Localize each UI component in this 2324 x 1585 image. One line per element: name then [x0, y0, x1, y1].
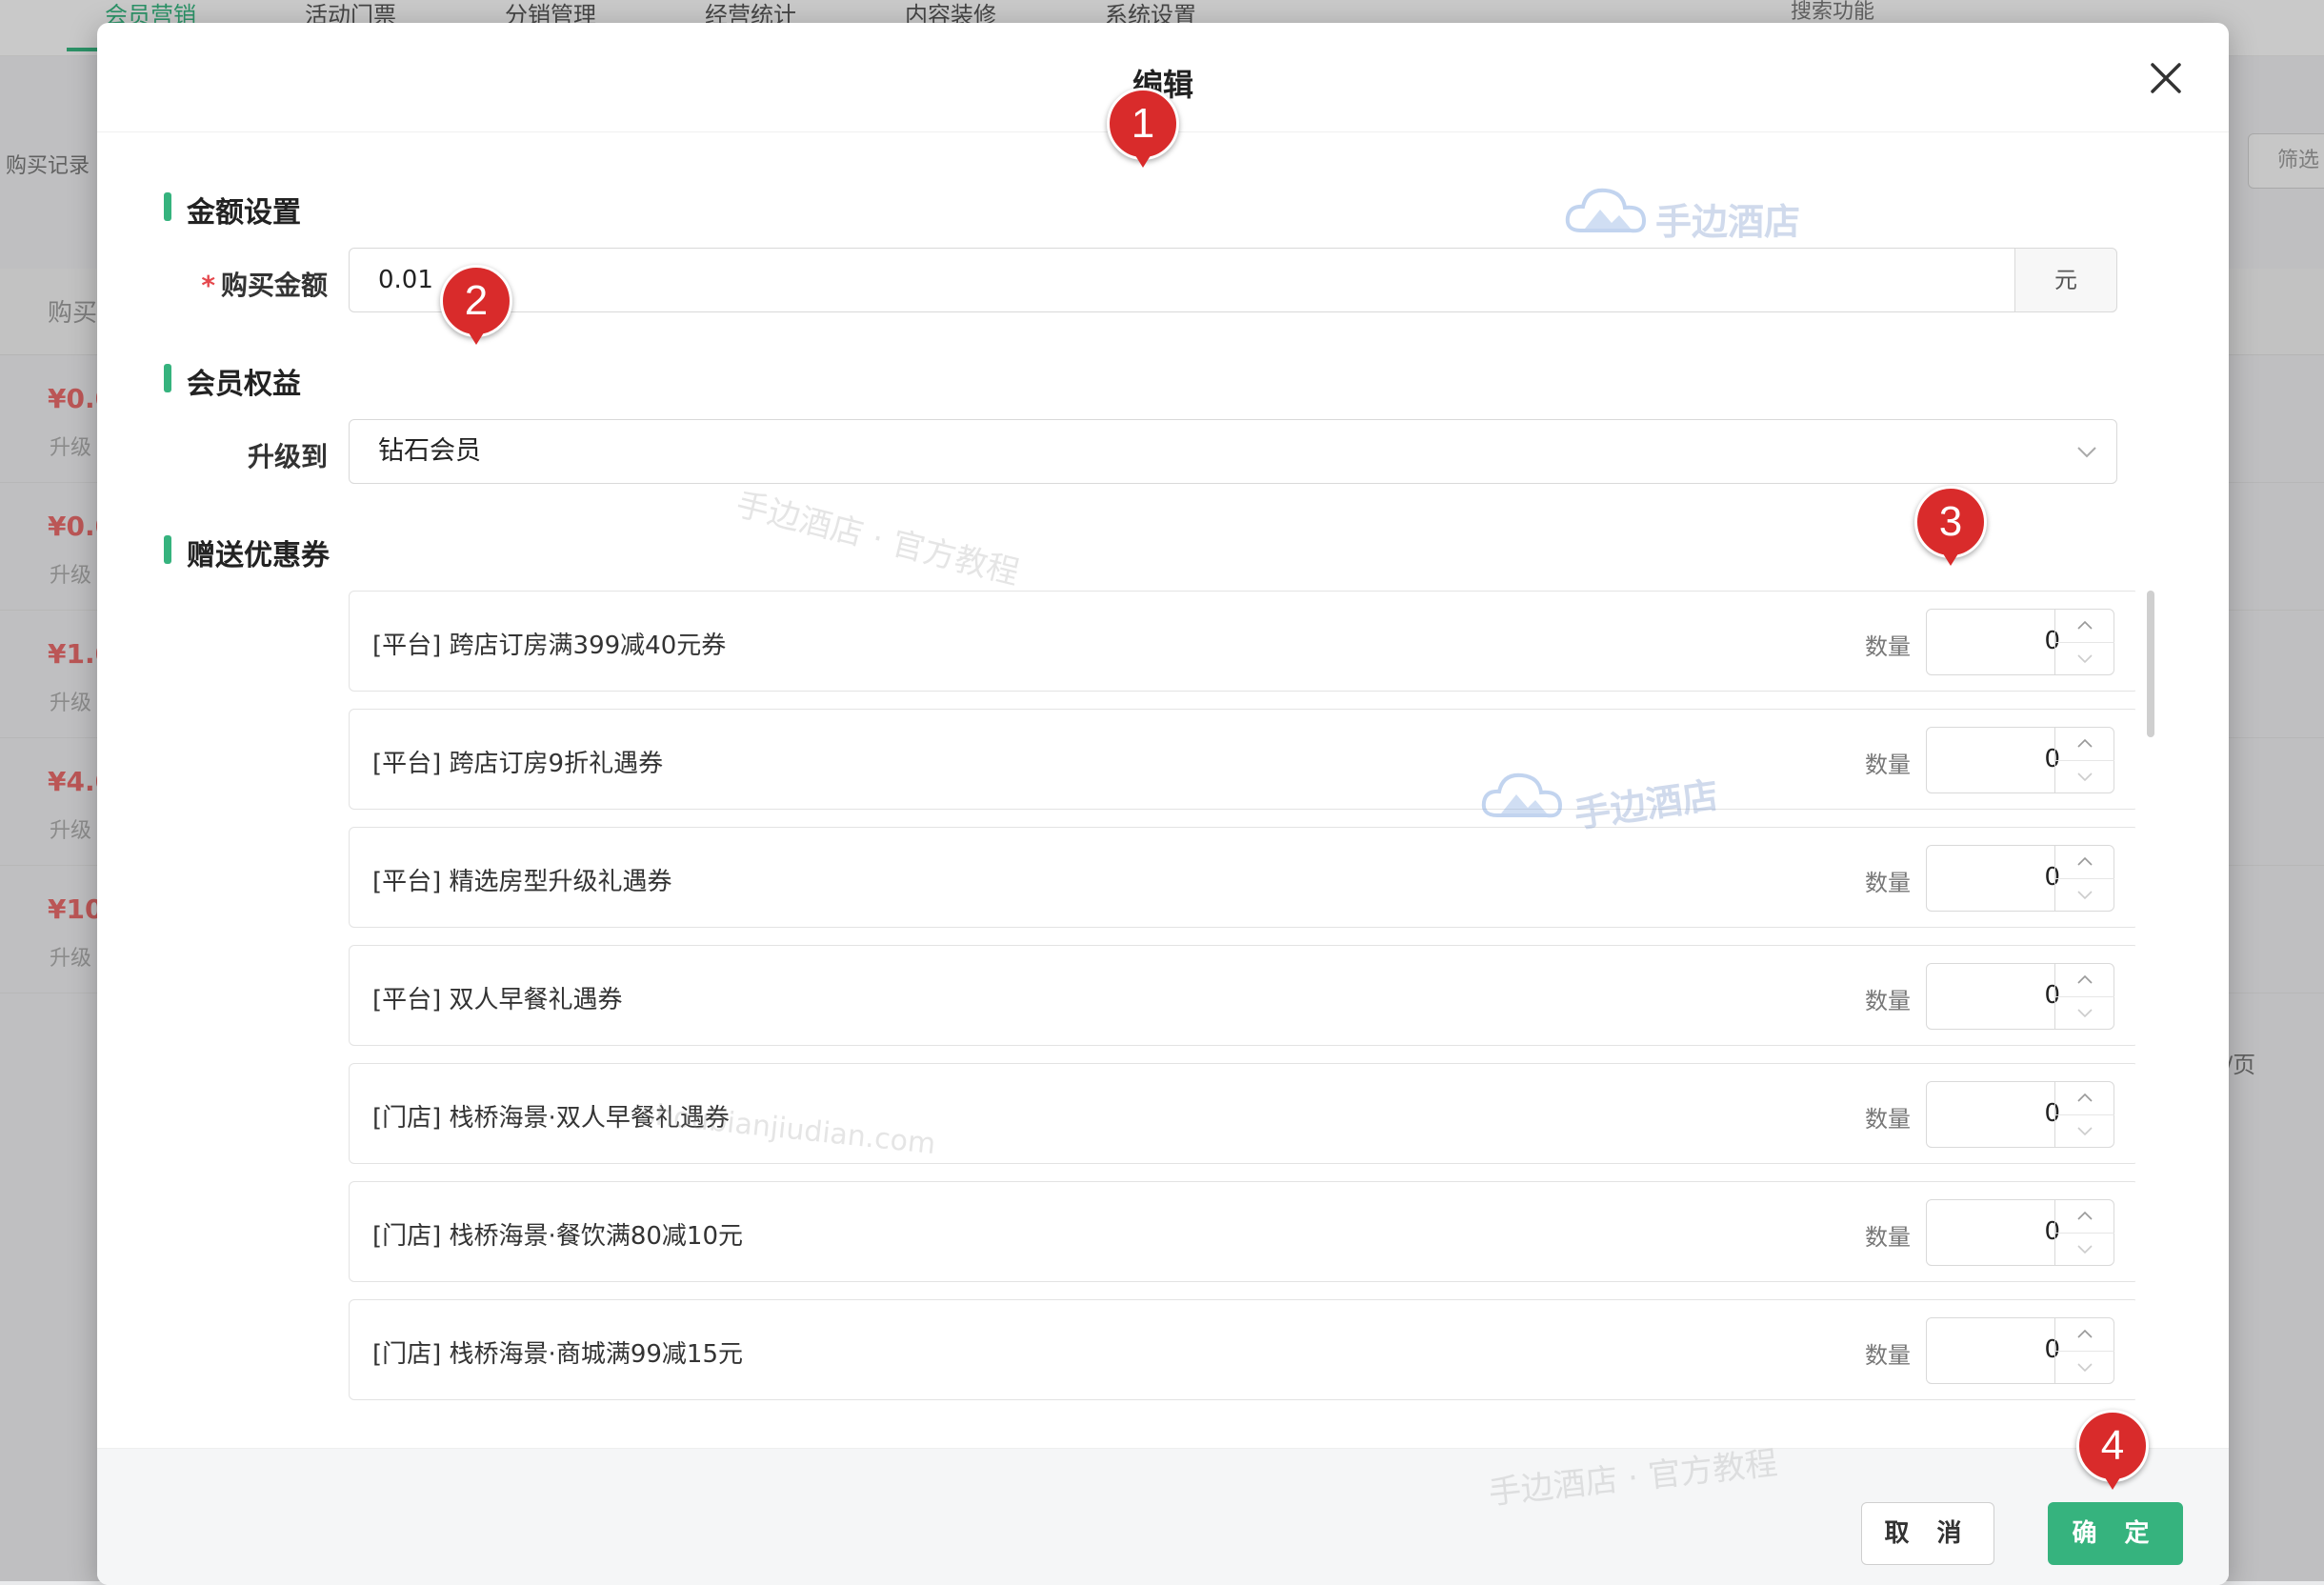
quantity-value[interactable]: 0 [1927, 863, 2060, 892]
coupon-name: [平台] 跨店订房9折礼遇券 [372, 750, 664, 778]
edit-dialog: 编辑 金额设置 * 购买金额 0.01 元 会员权益 升级到 钻石会员 赠送优惠券… [97, 23, 2229, 1585]
amount-label: * 购买金额 [192, 265, 328, 303]
chevron-down-icon [2077, 1127, 2093, 1136]
dialog-footer: 取 消 确 定 [97, 1448, 2229, 1585]
coupon-item: [平台] 跨店订房9折礼遇券 数量 0 [349, 709, 2135, 810]
increase-button[interactable] [2054, 610, 2114, 643]
marker-1: 1 [1107, 88, 1179, 173]
quantity-value[interactable]: 0 [1927, 1217, 2060, 1246]
cancel-button[interactable]: 取 消 [1861, 1502, 1994, 1565]
marker-2: 2 [440, 265, 512, 351]
section-member-benefits: 会员权益 [164, 360, 301, 402]
upgrade-to-label: 升级到 [247, 441, 328, 472]
quantity-value[interactable]: 0 [1927, 627, 2060, 655]
increase-button[interactable] [2054, 964, 2114, 997]
coupon-name: [门店] 栈桥海景·商城满99减15元 [372, 1340, 743, 1369]
quantity-stepper[interactable]: 0 [1926, 845, 2114, 912]
chevron-down-icon [2077, 1245, 2093, 1254]
marker-number: 2 [440, 265, 512, 337]
decrease-button[interactable] [2054, 1233, 2114, 1265]
increase-button[interactable] [2054, 1082, 2114, 1115]
chevron-down-icon [2077, 447, 2096, 458]
quantity-value[interactable]: 0 [1927, 981, 2060, 1010]
quantity-stepper[interactable]: 0 [1926, 1081, 2114, 1148]
coupon-list-scrollbar[interactable] [2147, 591, 2154, 737]
increase-button[interactable] [2054, 846, 2114, 879]
member-level-select[interactable]: 钻石会员 [349, 419, 2117, 484]
quantity-label: 数量 [1865, 633, 1911, 660]
quantity-label: 数量 [1865, 1224, 1911, 1251]
chevron-down-icon [2077, 891, 2093, 900]
chevron-up-icon [2077, 1211, 2093, 1220]
coupon-item: [平台] 双人早餐礼遇券 数量 0 [349, 945, 2135, 1046]
decrease-button[interactable] [2054, 642, 2114, 674]
chevron-up-icon [2077, 620, 2093, 630]
quantity-label: 数量 [1865, 752, 1911, 778]
coupon-item: [平台] 精选房型升级礼遇券 数量 0 [349, 827, 2135, 928]
increase-button[interactable] [2054, 1318, 2114, 1352]
chevron-up-icon [2077, 1093, 2093, 1102]
coupon-item: [门店] 栈桥海景·商城满99减15元 数量 0 [349, 1299, 2135, 1400]
amount-input[interactable]: 0.01 [349, 248, 2015, 312]
marker-4: 4 [2076, 1410, 2149, 1495]
required-asterisk: * [201, 270, 215, 301]
quantity-label: 数量 [1865, 1106, 1911, 1133]
decrease-button[interactable] [2054, 1114, 2114, 1147]
quantity-label: 数量 [1865, 870, 1911, 896]
quantity-stepper[interactable]: 0 [1926, 963, 2114, 1030]
watermark-tutorial: 手边酒店 · 官方教程 [731, 485, 1023, 593]
coupon-item: [平台] 跨店订房满399减40元券 数量 0 [349, 591, 2135, 692]
marker-number: 1 [1107, 88, 1179, 160]
chevron-up-icon [2077, 856, 2093, 866]
section-amount-settings: 金额设置 [164, 189, 301, 231]
decrease-button[interactable] [2054, 1351, 2114, 1383]
chevron-up-icon [2077, 738, 2093, 748]
confirm-button[interactable]: 确 定 [2048, 1502, 2183, 1565]
marker-number: 3 [1914, 486, 1987, 558]
watermark-cloud-icon [1565, 188, 1647, 233]
close-icon [2151, 63, 2181, 93]
amount-label-text: 购买金额 [220, 270, 328, 301]
decrease-button[interactable] [2054, 878, 2114, 911]
chevron-up-icon [2077, 974, 2093, 984]
decrease-button[interactable] [2054, 760, 2114, 792]
coupon-name: [平台] 双人早餐礼遇券 [372, 986, 623, 1014]
chevron-down-icon [2077, 1009, 2093, 1018]
coupon-name: [平台] 精选房型升级礼遇券 [372, 868, 672, 896]
quantity-stepper[interactable]: 0 [1926, 727, 2114, 793]
amount-unit: 元 [2014, 248, 2117, 312]
watermark-brand: 手边酒店 [1655, 201, 1801, 243]
coupon-name: [平台] 跨店订房满399减40元券 [372, 632, 727, 660]
chevron-down-icon [2077, 654, 2093, 664]
quantity-stepper[interactable]: 0 [1926, 609, 2114, 675]
increase-button[interactable] [2054, 728, 2114, 761]
quantity-stepper[interactable]: 0 [1926, 1199, 2114, 1266]
quantity-value[interactable]: 0 [1927, 1335, 2060, 1364]
chevron-up-icon [2077, 1329, 2093, 1338]
coupon-item: [门店] 栈桥海景·双人早餐礼遇券 数量 0 [349, 1063, 2135, 1164]
coupon-name: [门店] 栈桥海景·餐饮满80减10元 [372, 1222, 743, 1251]
increase-button[interactable] [2054, 1200, 2114, 1234]
chevron-down-icon [2077, 1363, 2093, 1373]
quantity-stepper[interactable]: 0 [1926, 1317, 2114, 1384]
marker-3: 3 [1914, 486, 1987, 572]
close-button[interactable] [2145, 57, 2187, 99]
watermark-cloud-icon [1481, 772, 1563, 818]
section-gift-coupons: 赠送优惠券 [164, 532, 330, 573]
quantity-label: 数量 [1865, 988, 1911, 1014]
coupon-list: [平台] 跨店订房满399减40元券 数量 0 [平台] 跨店订房9折礼遇券 数… [349, 591, 2135, 1412]
quantity-label: 数量 [1865, 1342, 1911, 1369]
member-level-value: 钻石会员 [378, 436, 481, 466]
quantity-value[interactable]: 0 [1927, 745, 2060, 773]
quantity-value[interactable]: 0 [1927, 1099, 2060, 1128]
decrease-button[interactable] [2054, 996, 2114, 1029]
chevron-down-icon [2077, 772, 2093, 782]
marker-number: 4 [2076, 1410, 2149, 1482]
coupon-item: [门店] 栈桥海景·餐饮满80减10元 数量 0 [349, 1181, 2135, 1282]
